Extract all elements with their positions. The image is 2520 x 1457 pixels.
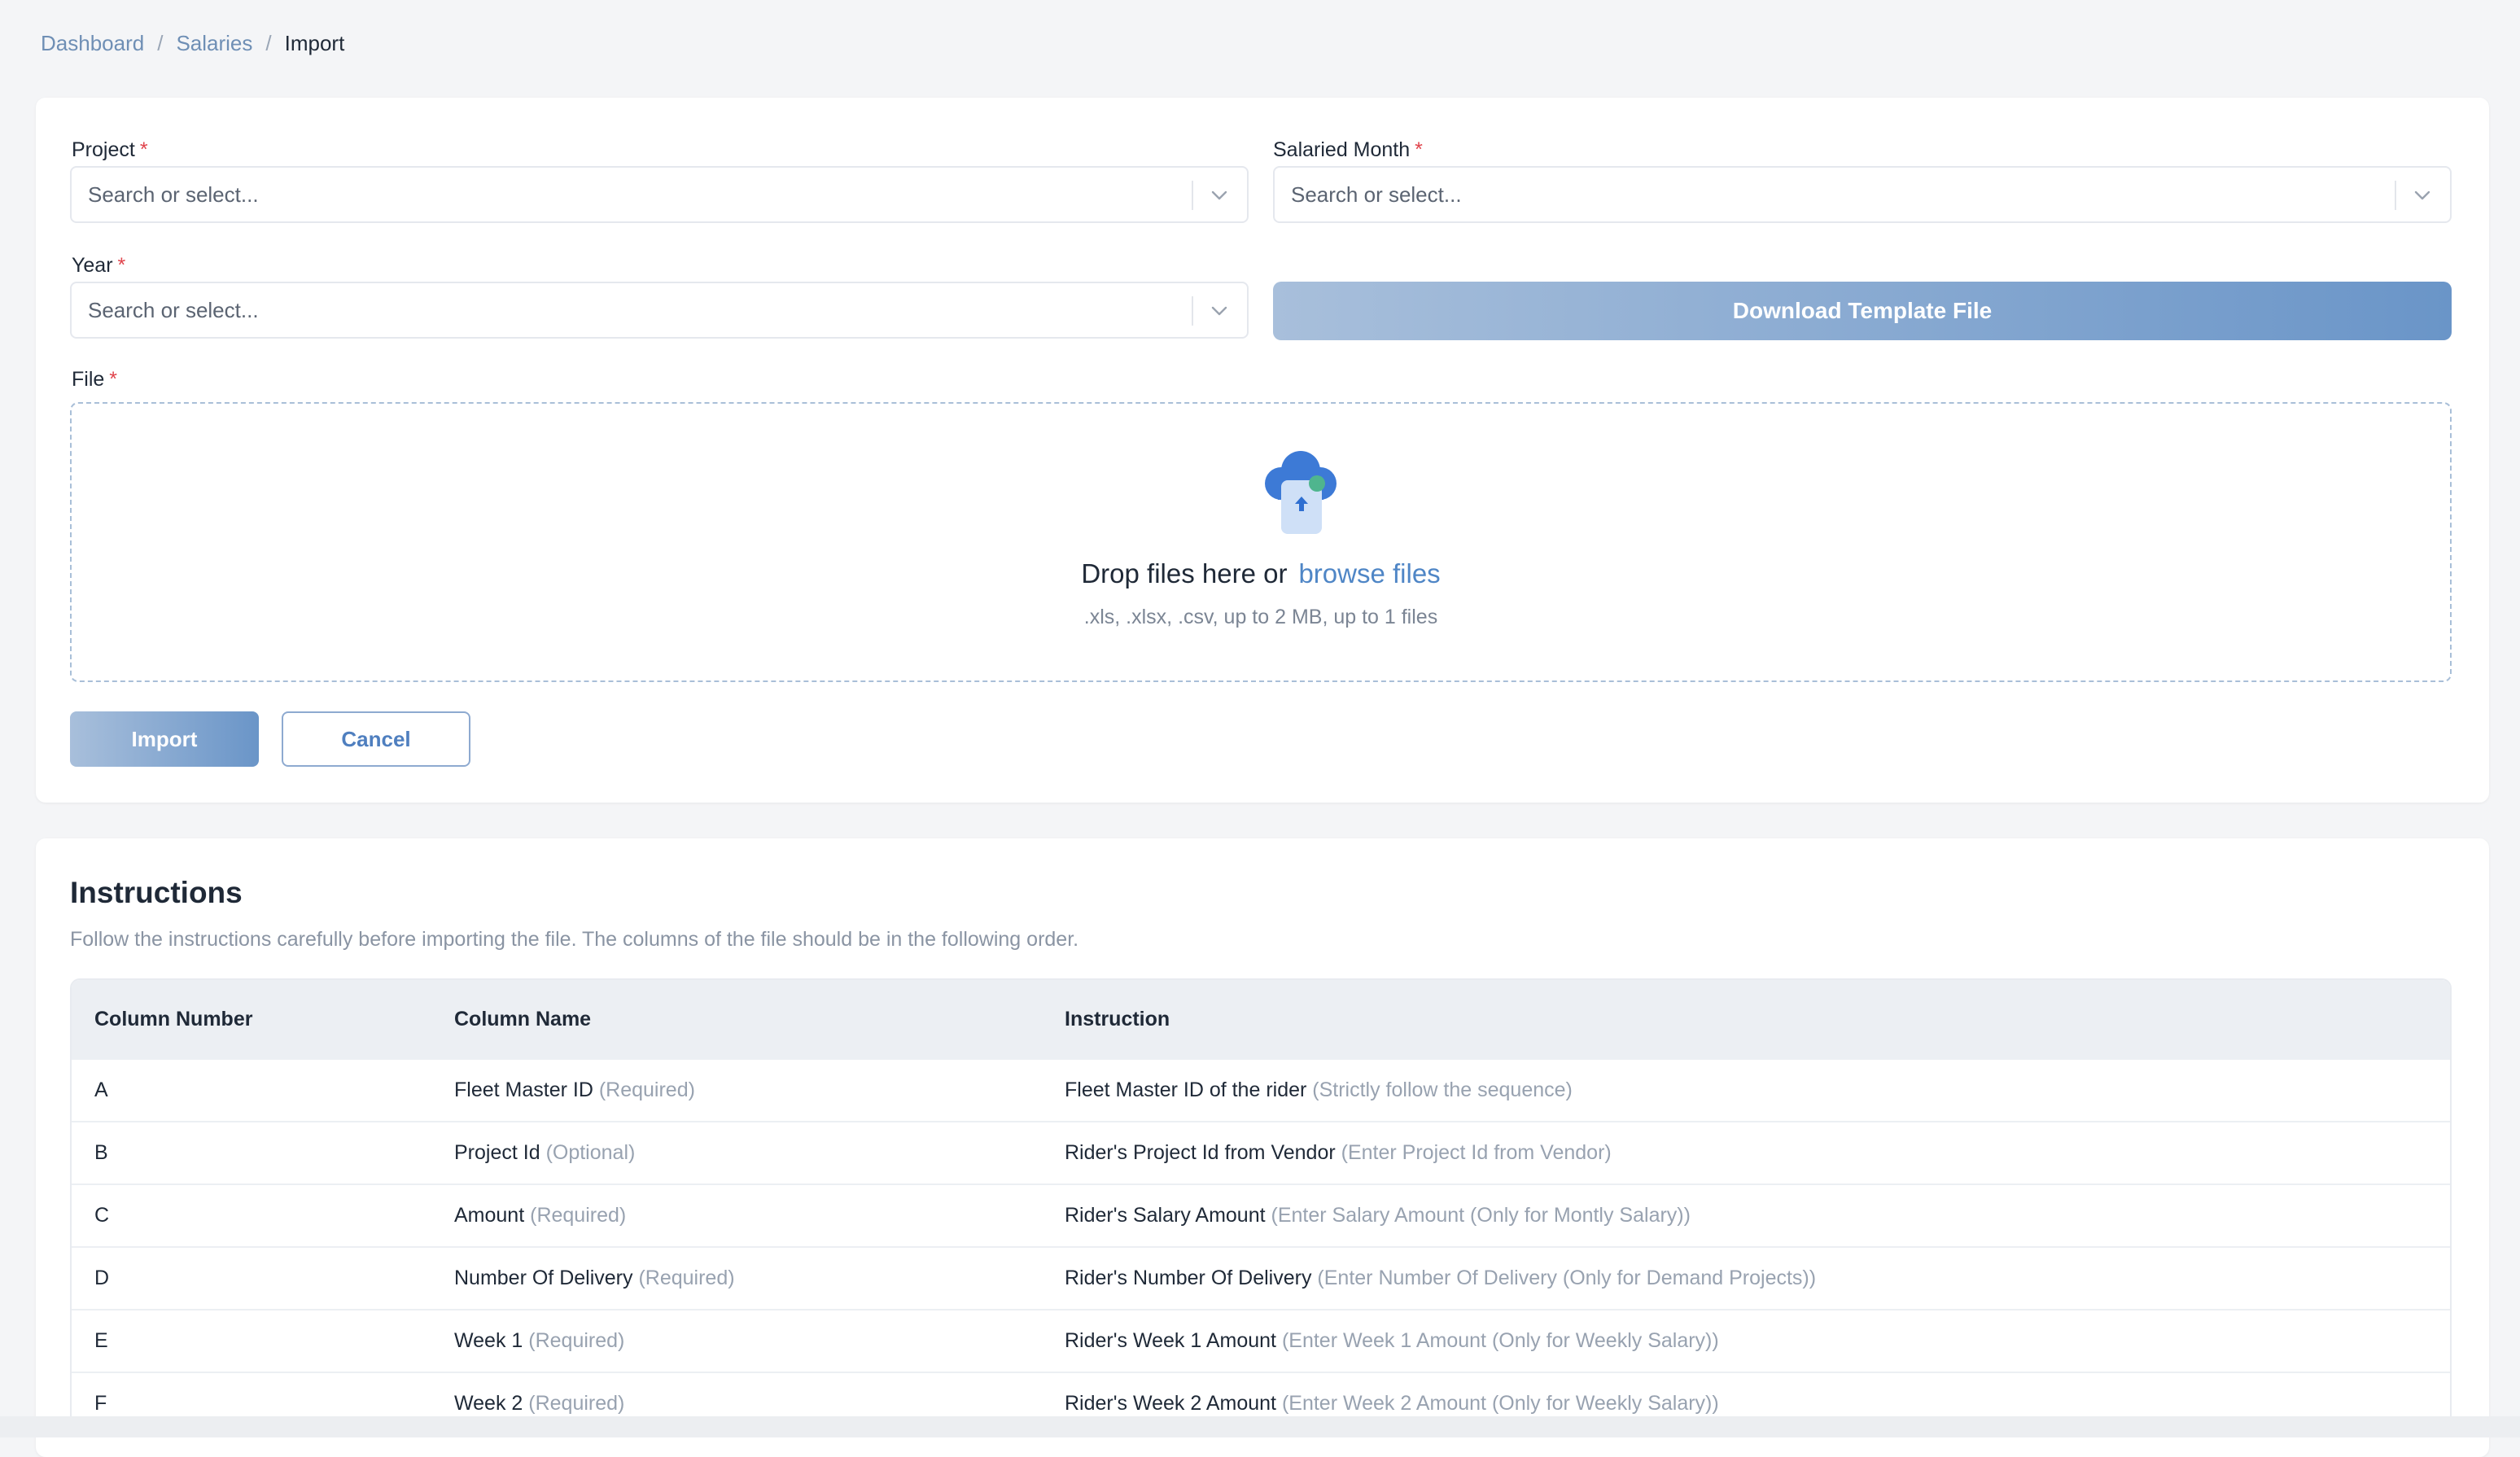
- year-label: Year *: [72, 254, 125, 278]
- breadcrumb-separator: /: [157, 31, 164, 55]
- instruction-text: Fleet Master ID of the rider: [1065, 1079, 1307, 1101]
- cell-column-number: C: [94, 1204, 110, 1227]
- instruction-text: Rider's Week 2 Amount: [1065, 1392, 1276, 1415]
- select-divider: [2395, 181, 2396, 210]
- cell-instruction: Rider's Week 2 Amount (Enter Week 2 Amou…: [1065, 1392, 2450, 1415]
- column-name-note: (Required): [528, 1329, 625, 1352]
- instruction-text: Rider's Project Id from Vendor: [1065, 1141, 1336, 1164]
- column-name-note: (Required): [530, 1204, 627, 1227]
- table-header: Column Number Column Name Instruction: [72, 980, 2450, 1058]
- project-label-text: Project: [72, 138, 135, 161]
- cell-column-name: Fleet Master ID (Required): [454, 1079, 1065, 1102]
- dropzone-text: Drop files here or browse files: [72, 558, 2450, 589]
- cloud-upload-icon: [1265, 451, 1337, 534]
- cell-column-name: Project Id (Optional): [454, 1141, 1065, 1165]
- cancel-button[interactable]: Cancel: [282, 711, 470, 767]
- column-header-number: Column Number: [94, 1007, 253, 1030]
- breadcrumb-salaries-link[interactable]: Salaries: [176, 31, 252, 56]
- cell-column-name: Amount (Required): [454, 1204, 1065, 1227]
- salaried-month-label: Salaried Month *: [1273, 138, 1423, 162]
- instruction-text: Rider's Salary Amount: [1065, 1204, 1266, 1227]
- instructions-title: Instructions: [70, 876, 243, 909]
- cell-column-number: D: [94, 1267, 110, 1289]
- cell-column-name: Week 2 (Required): [454, 1392, 1065, 1415]
- project-select[interactable]: Search or select...: [70, 166, 1249, 223]
- chevron-down-icon[interactable]: [2409, 182, 2435, 208]
- dropzone-hint: .xls, .xlsx, .csv, up to 2 MB, up to 1 f…: [1083, 606, 1438, 628]
- column-name-text: Number Of Delivery: [454, 1267, 633, 1289]
- browse-files-link[interactable]: browse files: [1298, 558, 1440, 588]
- column-name-text: Week 2: [454, 1392, 523, 1415]
- column-name-note: (Optional): [545, 1141, 636, 1164]
- import-form-card: Project * Search or select... Salaried Mo…: [36, 98, 2489, 803]
- instruction-note: (Enter Number Of Delivery (Only for Dema…: [1317, 1267, 1817, 1289]
- column-name-text: Week 1: [454, 1329, 523, 1352]
- table-row: C Amount (Required) Rider's Salary Amoun…: [72, 1184, 2450, 1246]
- cell-column-number: E: [94, 1329, 108, 1352]
- column-name-note: (Required): [598, 1079, 695, 1101]
- file-label: File *: [72, 368, 117, 392]
- file-label-text: File: [72, 368, 105, 391]
- cell-instruction: Rider's Project Id from Vendor (Enter Pr…: [1065, 1141, 2450, 1165]
- instructions-card: Instructions Follow the instructions car…: [36, 838, 2489, 1457]
- table-row: E Week 1 (Required) Rider's Week 1 Amoun…: [72, 1309, 2450, 1372]
- breadcrumb-dashboard-link[interactable]: Dashboard: [41, 31, 144, 56]
- table-row: B Project Id (Optional) Rider's Project …: [72, 1121, 2450, 1184]
- instruction-note: (Enter Week 1 Amount (Only for Weekly Sa…: [1281, 1329, 1719, 1352]
- required-mark: *: [139, 138, 148, 161]
- bottom-scroll-bar: [0, 1416, 2520, 1437]
- chevron-down-icon[interactable]: [1206, 182, 1232, 208]
- project-label: Project *: [72, 138, 148, 162]
- cell-column-name: Week 1 (Required): [454, 1329, 1065, 1353]
- instructions-table: Column Number Column Name Instruction A …: [70, 978, 2452, 1436]
- instruction-note: (Enter Project Id from Vendor): [1341, 1141, 1612, 1164]
- year-select-placeholder: Search or select...: [88, 298, 259, 322]
- instruction-note: (Enter Salary Amount (Only for Montly Sa…: [1271, 1204, 1691, 1227]
- breadcrumb: Dashboard / Salaries / Import: [41, 31, 344, 56]
- salaried-month-label-text: Salaried Month: [1273, 138, 1411, 161]
- column-name-text: Fleet Master ID: [454, 1079, 593, 1101]
- cell-instruction: Fleet Master ID of the rider (Strictly f…: [1065, 1079, 2450, 1102]
- table-row: A Fleet Master ID (Required) Fleet Maste…: [72, 1058, 2450, 1121]
- column-name-text: Amount: [454, 1204, 525, 1227]
- instruction-note: (Strictly follow the sequence): [1312, 1079, 1573, 1101]
- cell-column-number: B: [94, 1141, 108, 1164]
- salaried-month-select[interactable]: Search or select...: [1273, 166, 2452, 223]
- import-button[interactable]: Import: [70, 711, 259, 767]
- instruction-text: Rider's Number Of Delivery: [1065, 1267, 1312, 1289]
- column-name-text: Project Id: [454, 1141, 540, 1164]
- cell-instruction: Rider's Week 1 Amount (Enter Week 1 Amou…: [1065, 1329, 2450, 1353]
- instruction-text: Rider's Week 1 Amount: [1065, 1329, 1276, 1352]
- instruction-note: (Enter Week 2 Amount (Only for Weekly Sa…: [1281, 1392, 1719, 1415]
- cell-column-number: F: [94, 1392, 107, 1415]
- year-select[interactable]: Search or select...: [70, 282, 1249, 339]
- column-header-name: Column Name: [454, 1007, 592, 1030]
- breadcrumb-separator: /: [265, 31, 272, 55]
- required-mark: *: [1415, 138, 1423, 161]
- file-dropzone[interactable]: Drop files here or browse files .xls, .xl…: [70, 402, 2452, 682]
- cell-column-name: Number Of Delivery (Required): [454, 1267, 1065, 1290]
- breadcrumb-current: Import: [284, 31, 345, 55]
- cell-instruction: Rider's Number Of Delivery (Enter Number…: [1065, 1267, 2450, 1290]
- salaried-month-select-placeholder: Search or select...: [1291, 182, 1462, 207]
- instructions-description: Follow the instructions carefully before…: [70, 928, 1079, 951]
- project-select-placeholder: Search or select...: [88, 182, 259, 207]
- select-divider: [1192, 296, 1193, 326]
- cell-instruction: Rider's Salary Amount (Enter Salary Amou…: [1065, 1204, 2450, 1227]
- required-mark: *: [109, 368, 118, 391]
- cell-column-number: A: [94, 1079, 108, 1101]
- table-row: D Number Of Delivery (Required) Rider's …: [72, 1246, 2450, 1309]
- download-template-button[interactable]: Download Template File: [1273, 282, 2452, 340]
- select-divider: [1192, 181, 1193, 210]
- column-name-note: (Required): [528, 1392, 625, 1415]
- column-name-note: (Required): [638, 1267, 735, 1289]
- chevron-down-icon[interactable]: [1206, 298, 1232, 324]
- column-header-instruction: Instruction: [1065, 1007, 1170, 1030]
- required-mark: *: [117, 254, 126, 277]
- dropzone-prompt: Drop files here or: [1081, 558, 1288, 588]
- year-label-text: Year: [72, 254, 113, 277]
